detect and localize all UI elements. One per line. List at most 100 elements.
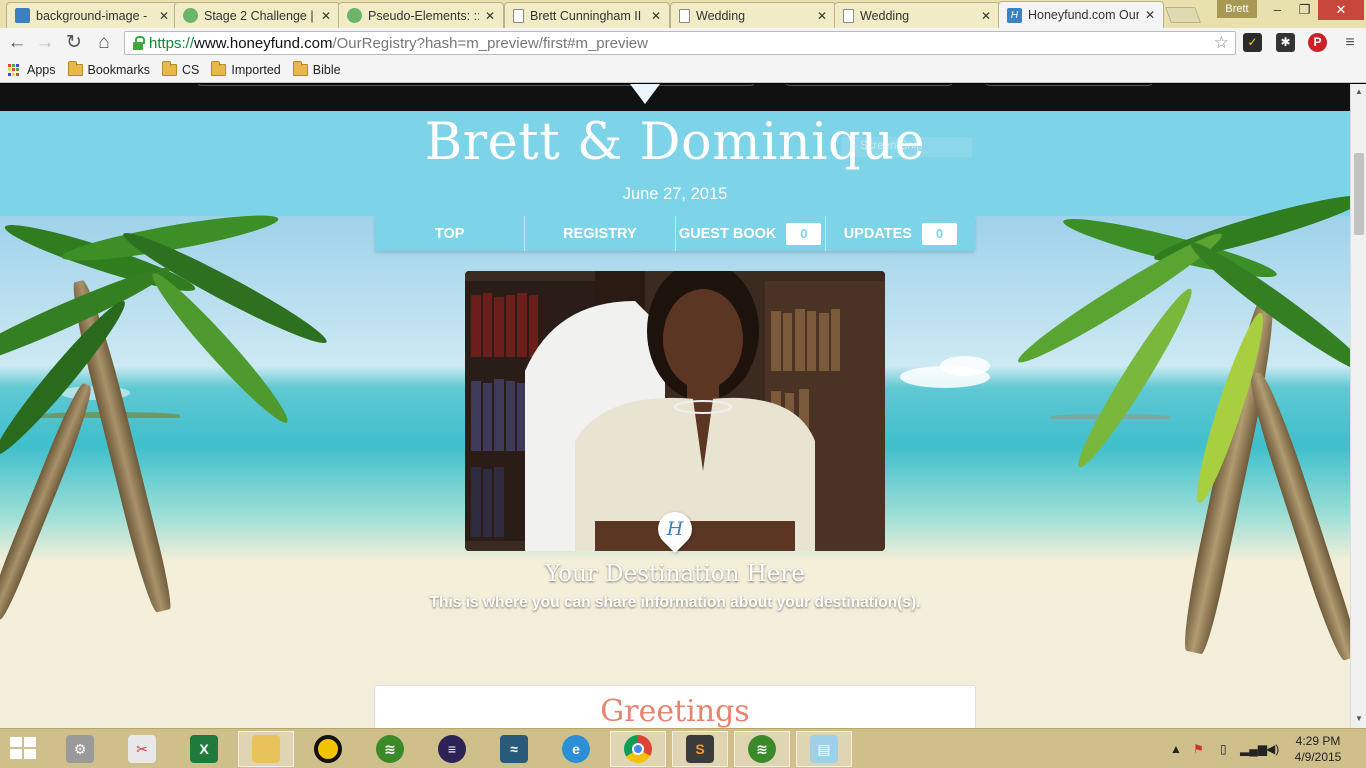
lock-icon — [133, 36, 145, 50]
new-tab-button[interactable] — [1165, 7, 1201, 23]
taskbar-snipping-tool[interactable]: ✂ — [114, 731, 170, 767]
browser-tab[interactable]: Brett Cunningham II ✕ — [504, 2, 670, 28]
close-tab-icon[interactable]: ✕ — [321, 9, 331, 23]
wedding-date: June 27, 2015 — [622, 185, 728, 203]
reload-icon[interactable]: ↻ — [62, 31, 86, 55]
network-signal-icon[interactable]: ▂▄▆ — [1240, 729, 1267, 768]
bookmark-folder[interactable]: Bible — [292, 61, 341, 77]
bookmark-label: Bible — [312, 63, 341, 77]
top-menu-tab[interactable] — [196, 84, 756, 86]
tab-title: Honeyfund.com Our — [1028, 8, 1139, 22]
browser-tab[interactable]: Wedding ✕ — [670, 2, 836, 28]
taskbar-notepad[interactable]: ▤ — [796, 731, 852, 767]
browser-tab[interactable]: background-image - ✕ — [6, 2, 178, 28]
close-tab-icon[interactable]: ✕ — [485, 9, 495, 23]
tab-title: Stage 2 Challenge | A — [204, 8, 315, 23]
bookmark-apps[interactable]: Apps — [8, 63, 56, 77]
page-scrollbar[interactable]: ▲ ▼ — [1350, 84, 1366, 728]
tab-title: Wedding — [860, 8, 910, 23]
browser-tab[interactable]: Pseudo-Elements: ::b ✕ — [338, 2, 504, 28]
registry-nav-bar: TOP REGISTRY GUEST BOOK 0 UPDATES 0 — [375, 216, 975, 251]
taskbar-spotify[interactable]: ≋ — [362, 731, 418, 767]
bookmark-label: CS — [182, 63, 200, 77]
close-tab-icon[interactable]: ✕ — [159, 9, 169, 23]
taskbar-file-explorer[interactable] — [238, 731, 294, 767]
close-tab-icon[interactable]: ✕ — [651, 9, 661, 23]
volume-icon[interactable]: ◀) — [1266, 729, 1279, 768]
pinterest-icon[interactable]: P — [1308, 33, 1327, 52]
extension-puzzle-icon[interactable]: ✱ — [1276, 33, 1295, 52]
system-clock[interactable]: 4:29 PM 4/9/2015 — [1282, 733, 1354, 765]
excel-icon: X — [190, 735, 218, 763]
nav-registry[interactable]: REGISTRY — [525, 216, 676, 251]
action-center-flag-icon[interactable]: ⚑ — [1193, 729, 1204, 768]
show-hidden-icons[interactable]: ▲ — [1170, 729, 1182, 768]
home-icon[interactable]: ⌂ — [92, 31, 116, 55]
address-bar[interactable]: https://www.honeyfund.com/OurRegistry?ha… — [124, 31, 1236, 55]
registry-header: Brett & Dominique Screen Snip June 27, 2… — [0, 111, 1350, 216]
close-window-icon[interactable]: ✕ — [1318, 0, 1364, 20]
folder-icon — [292, 61, 308, 76]
browser-tab-strip: background-image - ✕ Stage 2 Challenge |… — [0, 0, 1366, 28]
nav-label: REGISTRY — [563, 225, 637, 242]
palm-trunk — [1244, 369, 1350, 663]
profile-button[interactable]: Brett — [1217, 0, 1257, 18]
couple-photo[interactable] — [465, 271, 885, 551]
greetings-title: Greetings — [600, 694, 750, 728]
folder-icon — [252, 735, 280, 763]
dolphin-icon: ≈ — [500, 735, 528, 763]
taskbar-sublime-text[interactable]: S — [672, 731, 728, 767]
windows-start-icon[interactable] — [10, 737, 38, 761]
circle-app-icon — [314, 735, 342, 763]
close-tab-icon[interactable]: ✕ — [1145, 8, 1155, 22]
nav-label: TOP — [434, 225, 465, 242]
bookmark-star-icon[interactable]: ☆ — [1214, 33, 1229, 53]
browser-tab-active[interactable]: H Honeyfund.com Our ✕ — [998, 1, 1164, 28]
top-menu-tab[interactable] — [984, 84, 1154, 86]
scroll-up-arrow-icon[interactable]: ▲ — [1355, 87, 1363, 96]
scrollbar-thumb[interactable] — [1354, 153, 1364, 235]
updates-count-badge: 0 — [921, 222, 957, 245]
settings-app-icon: ⚙ — [66, 735, 94, 763]
browser-tab[interactable]: Wedding ✕ — [834, 2, 1000, 28]
tab-title: background-image - — [36, 8, 148, 23]
nav-label: UPDATES — [843, 225, 912, 242]
nav-updates[interactable]: UPDATES 0 — [826, 216, 975, 251]
taskbar-chrome[interactable] — [610, 731, 666, 767]
taskbar-settings-app[interactable]: ⚙ — [52, 731, 108, 767]
taskbar-eclipse[interactable]: ≡ — [424, 731, 480, 767]
close-tab-icon[interactable]: ✕ — [817, 9, 827, 23]
chrome-menu-icon[interactable]: ≡ — [1338, 31, 1362, 55]
page-icon — [679, 8, 690, 23]
taskbar-circle-app[interactable] — [300, 731, 356, 767]
minimize-icon[interactable]: – — [1264, 0, 1291, 20]
screen-snip-overlay[interactable]: Screen Snip — [842, 137, 972, 157]
bookmark-folder[interactable]: Imported — [211, 61, 281, 77]
taskbar-spotify-running[interactable]: ≋ — [734, 731, 790, 767]
close-tab-icon[interactable]: ✕ — [981, 9, 991, 23]
taskbar-mysql-workbench[interactable]: ≈ — [486, 731, 542, 767]
scroll-down-arrow-icon[interactable]: ▼ — [1355, 714, 1363, 723]
nav-top[interactable]: TOP — [375, 216, 526, 251]
bookmark-folder[interactable]: Bookmarks — [67, 61, 150, 77]
clock-time: 4:29 PM — [1295, 734, 1341, 748]
couple-names: Brett & Dominique — [424, 113, 926, 172]
extension-check-icon[interactable]: ✓ — [1243, 33, 1262, 52]
bookmark-folder[interactable]: CS — [162, 61, 200, 77]
forward-arrow-icon[interactable]: → — [33, 31, 57, 55]
taskbar-excel[interactable]: X — [176, 731, 232, 767]
beach-hero-background: TOP REGISTRY GUEST BOOK 0 UPDATES 0 H Yo… — [0, 186, 1350, 728]
nav-guest-book[interactable]: GUEST BOOK 0 — [676, 216, 826, 251]
spotify-icon: ≋ — [748, 735, 776, 763]
scissors-icon: ✂ — [128, 735, 156, 763]
header-notch — [630, 84, 660, 104]
browser-tab[interactable]: Stage 2 Challenge | A ✕ — [174, 2, 340, 28]
battery-icon[interactable]: ▯ — [1220, 729, 1227, 768]
back-arrow-icon[interactable]: ← — [5, 31, 29, 55]
honeyfund-icon: H — [1007, 7, 1022, 23]
taskbar-internet-explorer[interactable]: e — [548, 731, 604, 767]
top-menu-tab[interactable] — [784, 84, 954, 86]
url-text[interactable]: https://www.honeyfund.com/OurRegistry?ha… — [149, 35, 648, 52]
restore-icon[interactable]: ❐ — [1291, 0, 1318, 20]
site-favicon-icon — [15, 8, 30, 23]
